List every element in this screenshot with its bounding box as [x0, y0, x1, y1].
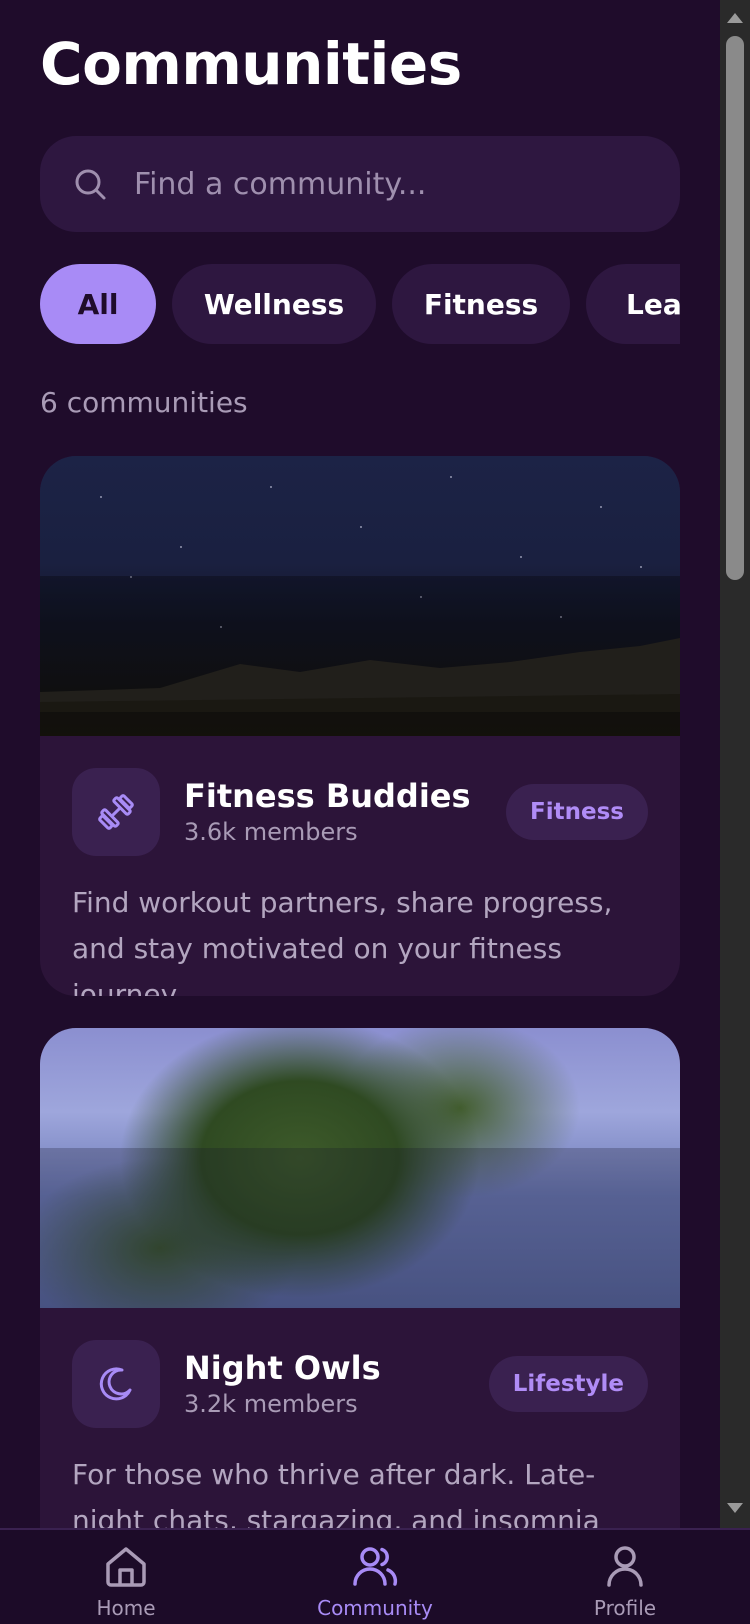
community-members: 3.6k members: [184, 818, 358, 846]
filter-chip-all[interactable]: All: [40, 264, 156, 344]
nav-label-home: Home: [96, 1596, 156, 1620]
community-card[interactable]: Night Owls 3.2k members Lifestyle For th…: [40, 1028, 680, 1528]
search-icon: [75, 169, 106, 200]
mountain-silhouette: [40, 638, 680, 712]
community-description: For those who thrive after dark. Late-ni…: [72, 1458, 600, 1528]
filter-chip-learning[interactable]: Lear: [586, 264, 680, 344]
nav-item-profile[interactable]: Profile: [525, 1542, 725, 1620]
scroll-up-arrow-icon[interactable]: [722, 6, 748, 30]
nav-label-profile: Profile: [593, 1596, 657, 1620]
search-input[interactable]: Find a community...: [40, 136, 680, 232]
bottom-nav: Home Community Profile: [0, 1528, 750, 1624]
community-icon-tile: [72, 768, 160, 856]
nav-item-home[interactable]: Home: [26, 1542, 226, 1620]
moon-icon: [99, 1367, 132, 1401]
community-cover-image: [40, 1028, 680, 1308]
community-icon: [353, 1547, 398, 1586]
scroll-down-arrow-icon[interactable]: [722, 1496, 748, 1520]
filter-chip-wellness[interactable]: Wellness: [172, 264, 376, 344]
dumbbell-icon: [98, 794, 134, 830]
nav-item-community[interactable]: Community: [275, 1542, 475, 1620]
filter-chips: All Wellness Fitness Lear: [40, 264, 680, 344]
profile-icon: [607, 1546, 643, 1587]
scrollbar-thumb[interactable]: [726, 36, 744, 580]
nav-label-community: Community: [317, 1596, 433, 1620]
search-placeholder: Find a community...: [134, 166, 427, 202]
community-description: Find workout partners, share progress, a…: [72, 886, 613, 996]
screen: Communities Find a community... All Well…: [0, 0, 720, 1528]
community-icon-tile: [72, 1340, 160, 1428]
community-name: Fitness Buddies: [184, 777, 471, 815]
filter-chip-fitness[interactable]: Fitness: [392, 264, 570, 344]
category-tag: Fitness: [506, 784, 648, 840]
community-members: 3.2k members: [184, 1390, 358, 1418]
results-count: 6 communities: [40, 386, 248, 419]
community-cover-image: [40, 456, 680, 736]
community-name: Night Owls: [184, 1349, 381, 1387]
home-icon: [106, 1547, 146, 1587]
community-card[interactable]: Fitness Buddies 3.6k members Fitness Fin…: [40, 456, 680, 996]
page-title: Communities: [40, 30, 462, 98]
category-tag: Lifestyle: [488, 1356, 648, 1412]
